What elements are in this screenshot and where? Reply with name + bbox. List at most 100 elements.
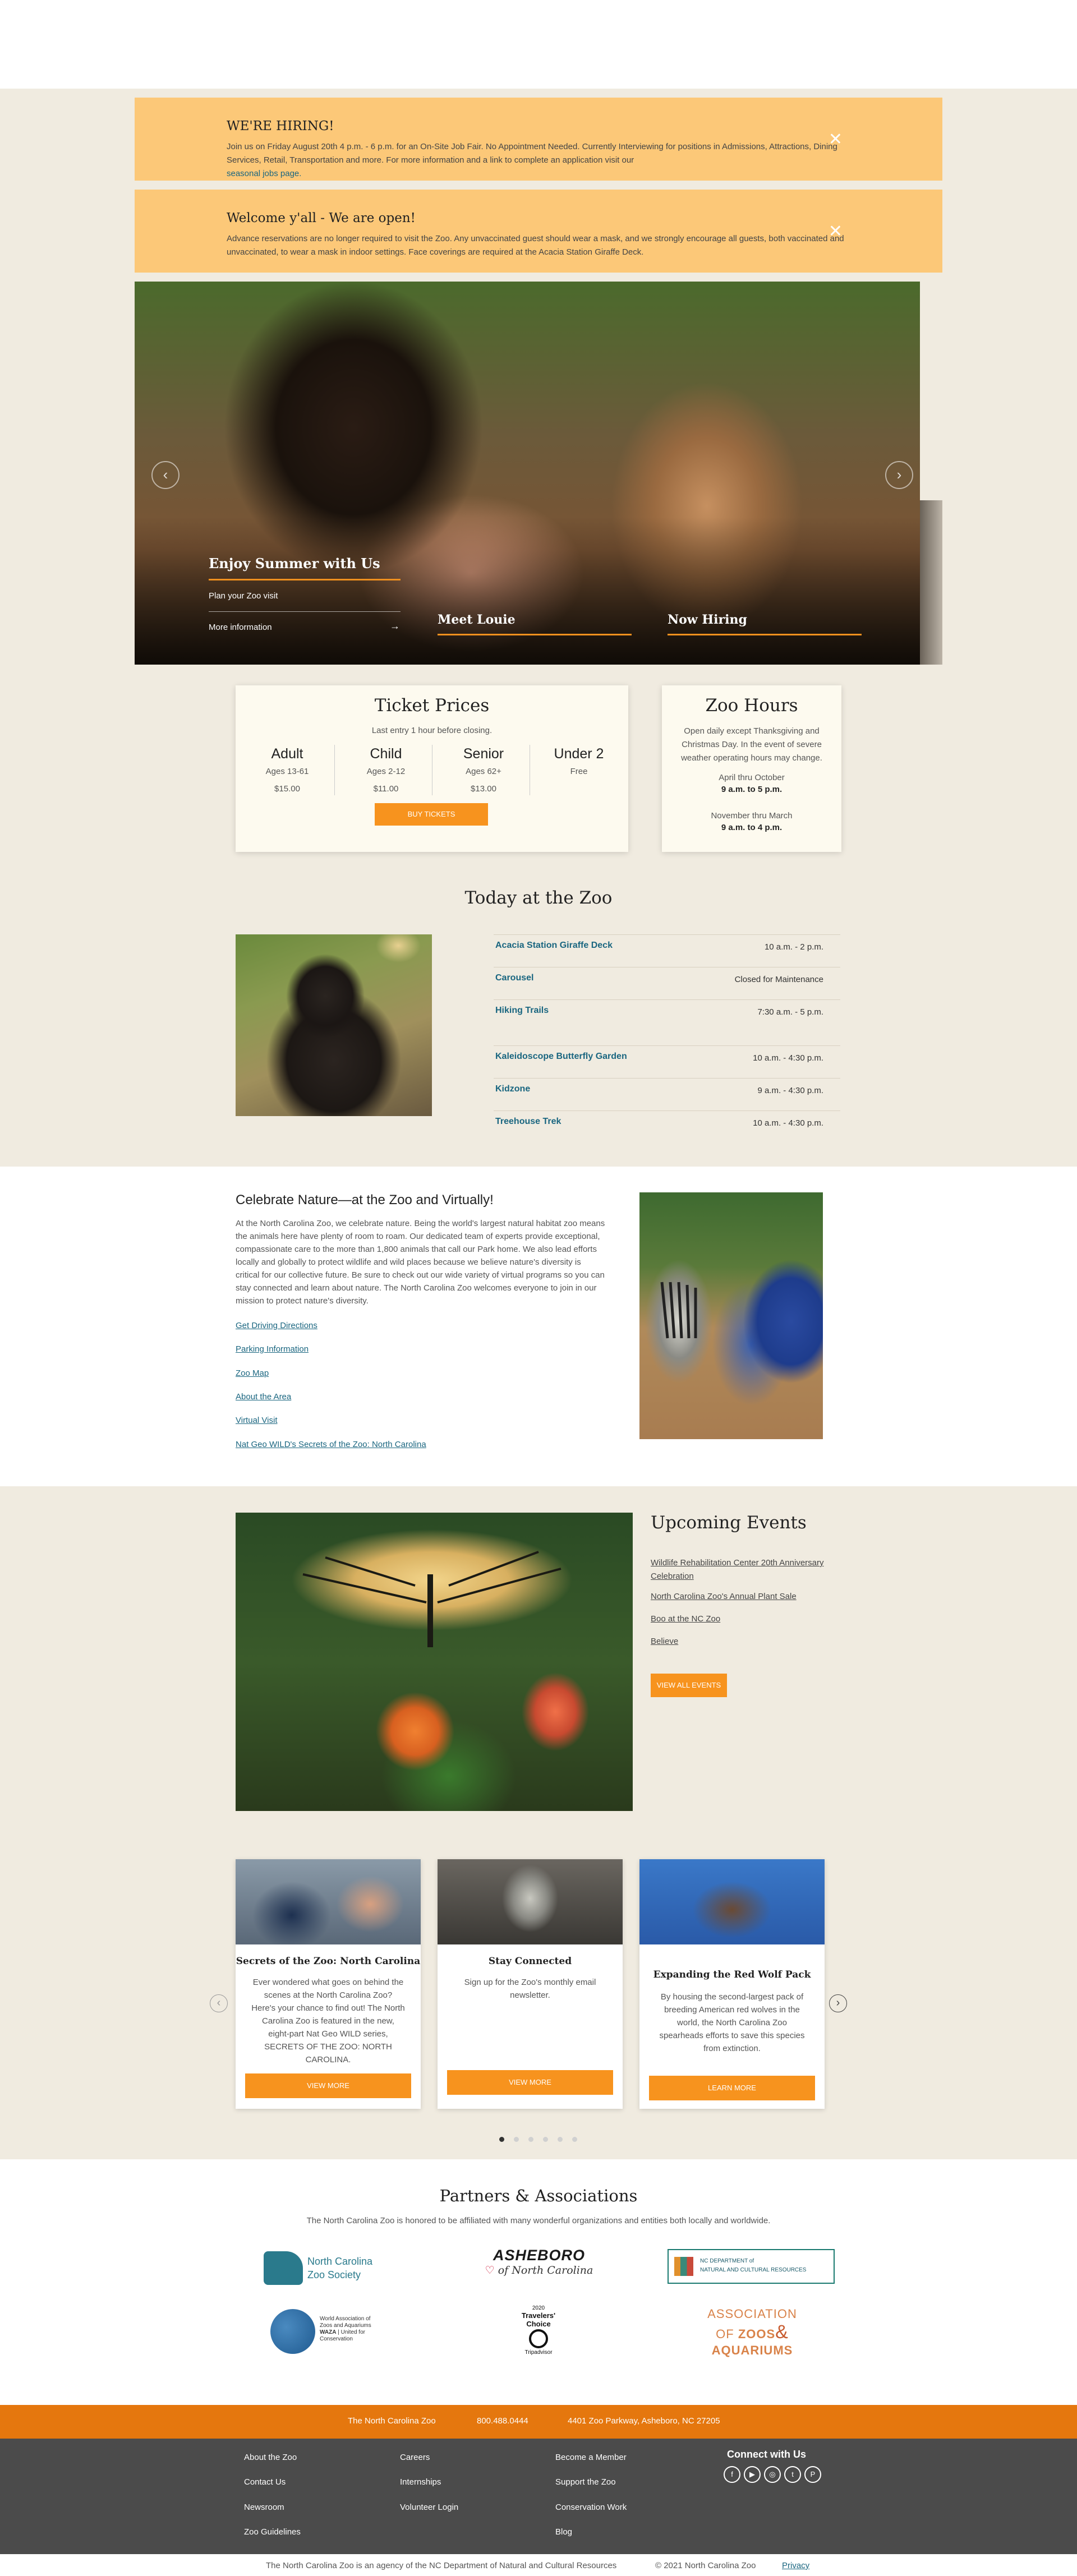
carousel-dot[interactable]: [558, 2137, 563, 2142]
footer-link[interactable]: About the Zoo: [244, 2453, 297, 2462]
footer-link[interactable]: Become a Member: [555, 2453, 627, 2462]
hero-next-arrow-icon[interactable]: ›: [885, 461, 913, 489]
hours-time-2: 9 a.m. to 4 p.m.: [721, 823, 783, 832]
close-icon[interactable]: ✕: [829, 223, 843, 240]
hours-season-2: November thru March: [711, 811, 793, 821]
promo-card: Secrets of the Zoo: North Carolina Ever …: [236, 1859, 421, 2109]
heart-icon: ♡: [485, 2264, 495, 2277]
carousel-dot[interactable]: [528, 2137, 533, 2142]
event-link[interactable]: Boo at the NC Zoo: [651, 1612, 853, 1626]
parking-information-link[interactable]: Parking Information: [236, 1344, 309, 1354]
footer-link[interactable]: Zoo Guidelines: [244, 2527, 301, 2537]
hiring-alert: WE'RE HIRING! Join us on Friday August 2…: [135, 98, 942, 181]
ncdncr-logo[interactable]: NC DEPARTMENT of NATURAL AND CULTURAL RE…: [668, 2249, 835, 2284]
alert-title: Welcome y'all - We are open!: [227, 211, 416, 225]
schedule-row[interactable]: Acacia Station Giraffe Deck 10 a.m. - 2 p…: [494, 934, 840, 967]
close-icon[interactable]: ✕: [829, 131, 843, 148]
instagram-icon[interactable]: ◎: [764, 2466, 781, 2483]
promo-card: Stay Connected Sign up for the Zoo's mon…: [438, 1859, 623, 2109]
contact-bar: [0, 2405, 1077, 2439]
site-header: [0, 0, 1077, 89]
about-the-area-link[interactable]: About the Area: [236, 1392, 291, 1402]
more-information-link[interactable]: More information: [209, 623, 272, 632]
view-all-events-button[interactable]: VIEW ALL EVENTS: [651, 1674, 727, 1697]
driving-directions-link[interactable]: Get Driving Directions: [236, 1321, 317, 1330]
carousel-dot[interactable]: [572, 2137, 577, 2142]
carousel-prev-icon[interactable]: ‹: [210, 1994, 228, 2012]
today-title: Today at the Zoo: [464, 888, 613, 908]
alert-title: WE'RE HIRING!: [227, 119, 334, 133]
alert-body: Join us on Friday August 20th 4 p.m. - 6…: [227, 142, 837, 178]
zebra-image: [639, 1192, 823, 1439]
footer-link[interactable]: Conservation Work: [555, 2503, 627, 2512]
promo-text: Sign up for the Zoo's monthly email news…: [464, 1978, 596, 2000]
zoo-hours-title: Zoo Hours: [705, 695, 798, 716]
contact-name: The North Carolina Zoo: [348, 2416, 436, 2426]
carousel-dot[interactable]: [499, 2137, 504, 2142]
privacy-link[interactable]: Privacy: [782, 2561, 809, 2570]
agency-text: The North Carolina Zoo is an agency of t…: [266, 2561, 617, 2570]
event-link[interactable]: Wildlife Rehabilitation Center 20th Anni…: [651, 1556, 853, 1583]
ticket-prices-title: Ticket Prices: [374, 695, 490, 716]
hours-note: Open daily except Thanksgiving and Chris…: [681, 726, 822, 763]
aza-logo[interactable]: ASSOCIATION OF ZOOS& AQUARIUMS: [693, 2307, 811, 2357]
schedule-row[interactable]: Kidzone 9 a.m. - 4:30 p.m.: [494, 1078, 840, 1111]
zoo-society-logo[interactable]: North Carolina Zoo Society: [264, 2248, 387, 2291]
arrow-right-icon[interactable]: →: [390, 620, 400, 632]
hero-carousel: ‹ › Enjoy Summer with Us Plan your Zoo v…: [135, 282, 942, 665]
ticket-adult: Adult Ages 13-61 $15.00: [265, 746, 309, 794]
zoo-hours-card: Zoo Hours Open daily except Thanksgiving…: [662, 685, 841, 852]
promo-title: Expanding the Red Wolf Pack: [653, 1969, 811, 1980]
hours-season-1: April thru October: [719, 773, 785, 782]
promo-title: Secrets of the Zoo: North Carolina: [236, 1956, 421, 1967]
pinterest-icon[interactable]: P: [804, 2466, 821, 2483]
celebrate-body: At the North Carolina Zoo, we celebrate …: [236, 1219, 605, 1306]
plan-visit-link[interactable]: Plan your Zoo visit: [209, 591, 278, 601]
site-footer: [0, 2439, 1077, 2554]
partners-subtitle: The North Carolina Zoo is honored to be …: [306, 2216, 771, 2225]
seasonal-jobs-link[interactable]: seasonal jobs page.: [227, 169, 301, 178]
footer-link[interactable]: Newsroom: [244, 2503, 284, 2512]
slide-now-hiring[interactable]: Now Hiring: [668, 612, 747, 627]
slide-meet-louie[interactable]: Meet Louie: [438, 612, 516, 627]
event-link[interactable]: Believe: [651, 1635, 853, 1648]
tripadvisor-logo[interactable]: 2020 Travelers' Choice Tripadvisor: [515, 2305, 562, 2363]
zoo-map-link[interactable]: Zoo Map: [236, 1368, 269, 1378]
twitter-icon[interactable]: t: [784, 2466, 801, 2483]
view-more-button[interactable]: VIEW MORE: [245, 2073, 411, 2098]
connect-title: Connect with Us: [727, 2449, 807, 2460]
facebook-icon[interactable]: f: [724, 2466, 740, 2483]
nat-geo-link[interactable]: Nat Geo WILD's Secrets of the Zoo: North…: [236, 1440, 426, 1449]
schedule-row[interactable]: Treehouse Trek 10 a.m. - 4:30 p.m.: [494, 1110, 840, 1133]
footer-link[interactable]: Blog: [555, 2527, 572, 2537]
footer-link[interactable]: Volunteer Login: [400, 2503, 458, 2512]
hours-time-1: 9 a.m. to 5 p.m.: [721, 785, 783, 794]
carousel-next-icon[interactable]: ›: [829, 1994, 847, 2012]
footer-link[interactable]: Support the Zoo: [555, 2477, 616, 2487]
gorilla-image: [236, 934, 432, 1116]
footer-link[interactable]: Internships: [400, 2477, 441, 2487]
buy-tickets-button[interactable]: BUY TICKETS: [375, 803, 488, 826]
promo-title: Stay Connected: [488, 1956, 572, 1967]
carousel-dot[interactable]: [543, 2137, 548, 2142]
carousel-dot[interactable]: [514, 2137, 519, 2142]
footer-link[interactable]: Contact Us: [244, 2477, 286, 2487]
event-link[interactable]: North Carolina Zoo's Annual Plant Sale: [651, 1590, 853, 1603]
virtual-visit-link[interactable]: Virtual Visit: [236, 1416, 277, 1425]
contact-address[interactable]: 4401 Zoo Parkway, Asheboro, NC 27205: [568, 2416, 720, 2426]
ticket-note: Last entry 1 hour before closing.: [371, 726, 493, 735]
schedule-row[interactable]: Kaleidoscope Butterfly Garden 10 a.m. - 4…: [494, 1045, 840, 1079]
waza-logo[interactable]: World Association of Zoos and Aquariums …: [267, 2307, 379, 2357]
ticket-under-2: Under 2 Free: [554, 746, 604, 776]
footer-link[interactable]: Careers: [400, 2453, 430, 2462]
asheboro-logo[interactable]: ASHEBORO ♡ of North Carolina: [480, 2247, 598, 2289]
youtube-icon[interactable]: ▶: [744, 2466, 761, 2483]
learn-more-button[interactable]: LEARN MORE: [649, 2076, 815, 2100]
schedule-row[interactable]: Hiking Trails 7:30 a.m. - 5 p.m.: [494, 999, 840, 1033]
hero-main-title[interactable]: Enjoy Summer with Us: [209, 555, 380, 572]
schedule-row[interactable]: Carousel Closed for Maintenance: [494, 967, 840, 1000]
hero-prev-arrow-icon[interactable]: ‹: [151, 461, 180, 489]
butterfly-image: [236, 1513, 633, 1811]
view-more-button[interactable]: VIEW MORE: [447, 2070, 613, 2095]
contact-phone[interactable]: 800.488.0444: [477, 2416, 528, 2426]
